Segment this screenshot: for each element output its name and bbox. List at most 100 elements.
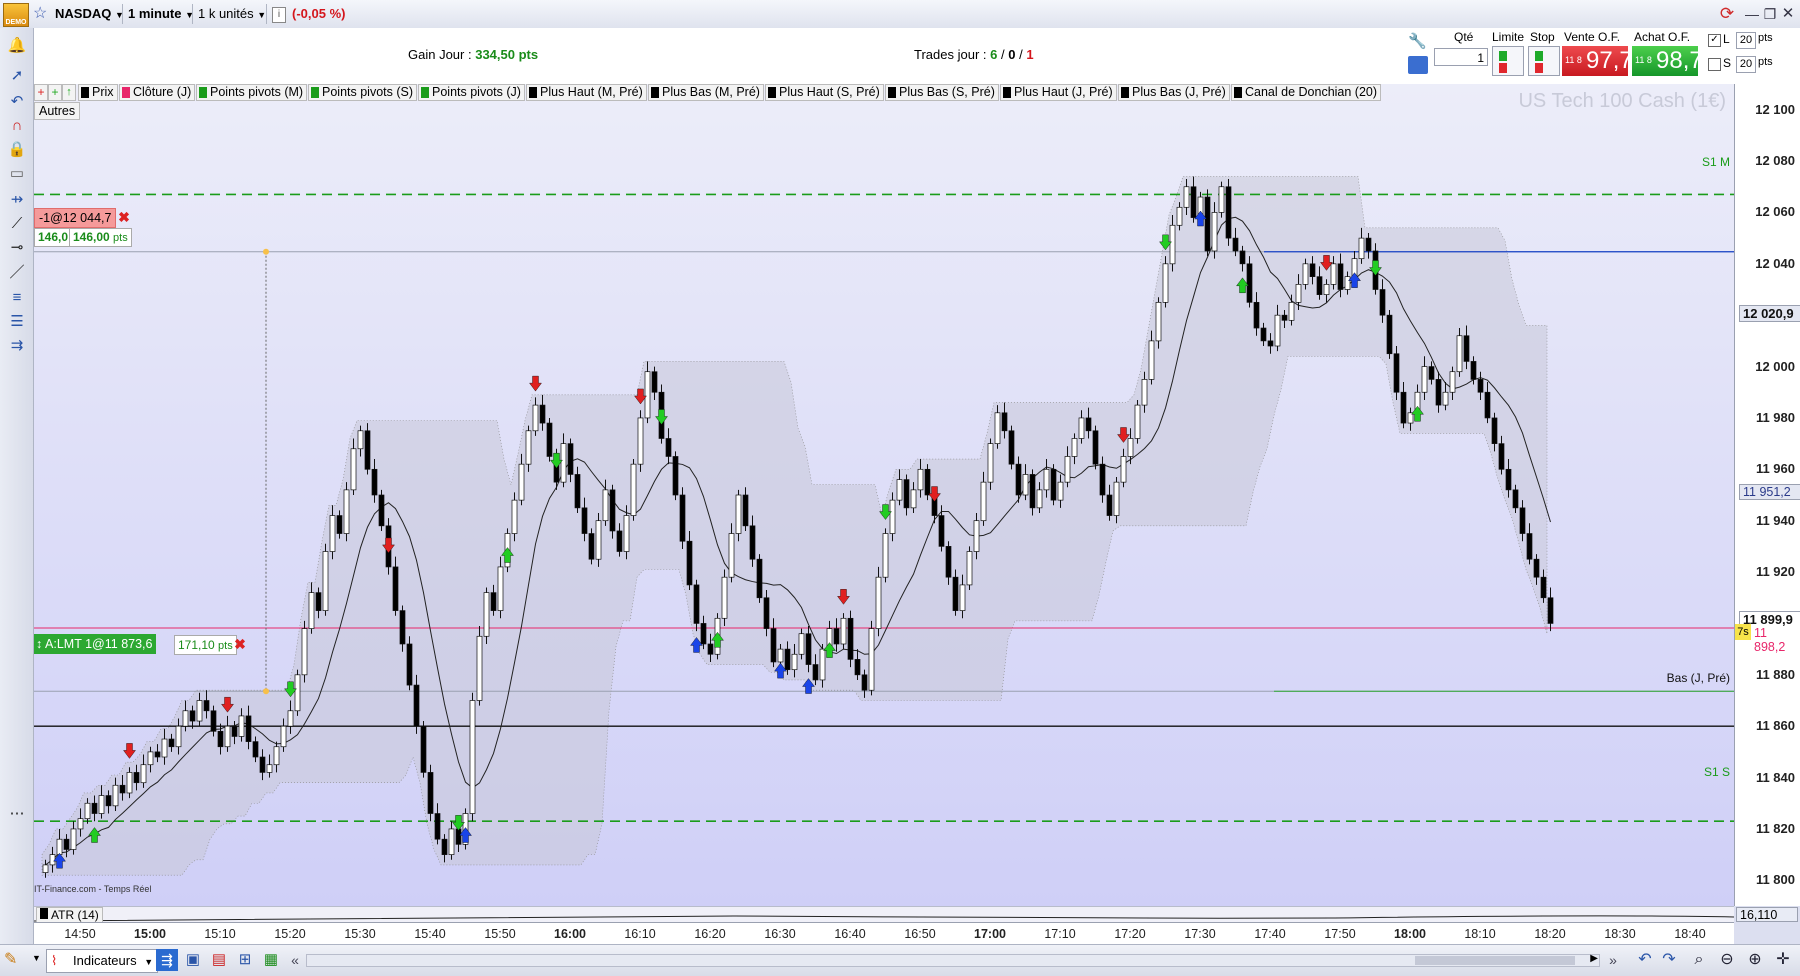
more-tools-icon[interactable]: ⋯ — [5, 802, 29, 824]
comment-icon[interactable]: ▣ — [182, 949, 204, 971]
x-tick-label: 15:40 — [414, 927, 446, 941]
chart-canvas[interactable] — [34, 84, 1734, 906]
add-indicator-icon[interactable]: + — [34, 84, 48, 101]
favorite-star-icon[interactable]: ☆ — [33, 4, 51, 24]
symbol-selector[interactable]: NASDAQ ▼ — [51, 4, 128, 24]
candle-body — [126, 772, 133, 794]
x-tick-label: 15:20 — [274, 927, 306, 941]
fibonacci-fan-icon[interactable]: ☰ — [5, 310, 29, 332]
redo-icon[interactable]: ↷ — [1658, 949, 1680, 971]
indicator-item[interactable]: Points pivots (J) — [418, 84, 525, 101]
time-axis[interactable]: 14:50 15:00 15:10 15:20 15:30 15:40 15:50 16:00… — [34, 922, 1734, 945]
chevron-down-icon[interactable]: ▼ — [32, 953, 41, 963]
collapse-indicator-icon[interactable]: ↑ — [62, 84, 76, 101]
indicator-item[interactable]: Clôture (J) — [119, 84, 196, 101]
indicator-item[interactable]: Plus Haut (S, Pré) — [765, 84, 884, 101]
trendline-icon[interactable]: ⟋ — [5, 212, 29, 234]
scroll-right-icon[interactable]: ▶ — [1590, 953, 1598, 964]
cursor-icon[interactable]: ➚ — [5, 64, 29, 86]
short-pts-input[interactable]: 20 — [1736, 56, 1756, 73]
undo-icon[interactable]: ↶ — [5, 90, 29, 112]
bell-icon[interactable]: 🔔 — [5, 34, 29, 56]
close-icon[interactable]: ✕ — [1780, 4, 1796, 24]
scrollbar-thumb[interactable] — [1415, 956, 1575, 965]
cancel-order-icon[interactable]: ✖ — [232, 635, 248, 653]
long-pts-input[interactable]: 20 — [1736, 32, 1756, 49]
restore-icon[interactable]: ❐ — [1762, 4, 1778, 24]
candle-body — [1022, 474, 1029, 496]
atr-pane[interactable]: ATR (14) — [34, 906, 1734, 924]
candle-body — [497, 566, 504, 611]
scroll-end-icon[interactable]: » — [1604, 949, 1622, 971]
autres-button[interactable]: Autres — [34, 102, 81, 120]
price-axis[interactable]: 12 100 12 080 12 060 12 040 12 020,9 12 000 11… — [1734, 84, 1800, 906]
candle-body — [1169, 224, 1176, 265]
scroll-start-icon[interactable]: « — [286, 949, 304, 971]
timeframe-selector[interactable]: 1 minute ▼ — [124, 4, 198, 24]
stop-order-button[interactable] — [1528, 46, 1560, 76]
expand-indicator-icon[interactable]: + — [48, 84, 62, 101]
s1s-label: S1 S — [1703, 765, 1730, 779]
candle-body — [819, 648, 826, 681]
indicator-item[interactable]: Plus Bas (M, Pré) — [648, 84, 764, 101]
zoom-in-icon[interactable]: ⊕ — [1744, 949, 1766, 971]
ray-icon[interactable]: ⊸ — [5, 236, 29, 258]
ruler-icon[interactable]: ▭ — [5, 162, 29, 184]
sell-button[interactable]: 11 8 97,7 — [1562, 46, 1633, 76]
limit-order-button[interactable] — [1492, 46, 1524, 76]
units-label: 1 k unités — [198, 6, 254, 21]
indicator-item[interactable]: Plus Haut (M, Pré) — [526, 84, 647, 101]
table-icon[interactable]: ▤ — [208, 949, 230, 971]
channel-icon[interactable]: ⇉ — [5, 334, 29, 356]
sync-icon[interactable]: ⟳ — [1716, 3, 1738, 25]
minimize-icon[interactable]: — — [1744, 4, 1760, 24]
wrench-icon[interactable]: 🔧 — [1408, 32, 1428, 52]
undo-icon[interactable]: ↶ — [1634, 949, 1656, 971]
magnet-icon[interactable]: ∩ — [5, 114, 29, 136]
y-tick-label: 11 920 — [1755, 564, 1795, 580]
horizontal-scrollbar[interactable]: ▶ — [306, 953, 1600, 967]
y-tick-label: 12 000 — [1755, 358, 1795, 374]
line-icon[interactable]: ／ — [5, 260, 29, 282]
candle-body — [1183, 186, 1190, 208]
candle-body — [749, 525, 756, 560]
down-arrow-icon — [1535, 63, 1543, 73]
short-checkbox[interactable] — [1708, 58, 1721, 71]
indicators-button[interactable]: ⌇ Indicateurs ▼ — [46, 949, 159, 973]
qty-input[interactable]: 1 — [1434, 48, 1488, 66]
window-icon[interactable]: ⊞ — [234, 949, 256, 971]
units-selector[interactable]: 1 k unités ▼ — [194, 4, 270, 24]
pencil-icon[interactable]: ✎ — [4, 949, 28, 971]
zoom-fit-icon[interactable]: ⌕ — [1688, 949, 1710, 971]
order-label: ↕ A:LMT 1@11 873,6 — [34, 634, 157, 654]
drag-handle-icon[interactable]: ↕ — [36, 637, 42, 651]
buy-button[interactable]: 11 8 98,7 — [1632, 46, 1703, 76]
indicator-item[interactable]: Points pivots (M) — [196, 84, 308, 101]
indicator-item[interactable]: Plus Haut (J, Pré) — [1000, 84, 1117, 101]
position-pts-unit: pts — [113, 232, 128, 244]
indicator-item[interactable]: Plus Bas (S, Pré) — [885, 84, 999, 101]
excel-icon[interactable]: ▦ — [260, 949, 282, 971]
indicator-item[interactable]: Prix — [78, 84, 118, 101]
zoom-out-icon[interactable]: ⊖ — [1716, 949, 1738, 971]
lock-icon[interactable]: 🔒 — [5, 138, 29, 160]
candle-body — [1057, 481, 1064, 501]
price-chart[interactable]: US Tech 100 Cash (1€) S1 M S1 S Bas (J, … — [34, 84, 1734, 906]
indicators-icon: ⌇ — [51, 953, 58, 968]
y-tick-label: 11 880 — [1755, 666, 1795, 682]
crosshair-icon[interactable]: ✛ — [1772, 949, 1794, 971]
bottom-toolbar: ✎ ▼ ⌇ Indicateurs ▼ ⇶ ▣ ▤ ⊞ ▦ « ▶ » ↶ ↷ … — [0, 944, 1800, 976]
candle-body — [560, 443, 567, 483]
close-position-icon[interactable]: ✖ — [116, 208, 132, 226]
long-checkbox[interactable]: ✓ — [1708, 34, 1721, 47]
candle-body — [1400, 391, 1407, 424]
info-icon[interactable]: i — [272, 7, 286, 23]
indicator-item[interactable]: Points pivots (S) — [308, 84, 418, 101]
horizontal-line-icon[interactable]: ⇸ — [5, 188, 29, 210]
indicator-item[interactable]: Plus Bas (J, Pré) — [1118, 84, 1230, 101]
keypad-icon[interactable] — [1408, 56, 1428, 74]
share-icon[interactable]: ⇶ — [156, 949, 178, 971]
fibonacci-icon[interactable]: ≡ — [5, 286, 29, 308]
candle-body — [392, 566, 399, 611]
indicator-item[interactable]: Canal de Donchian (20) — [1231, 84, 1382, 101]
